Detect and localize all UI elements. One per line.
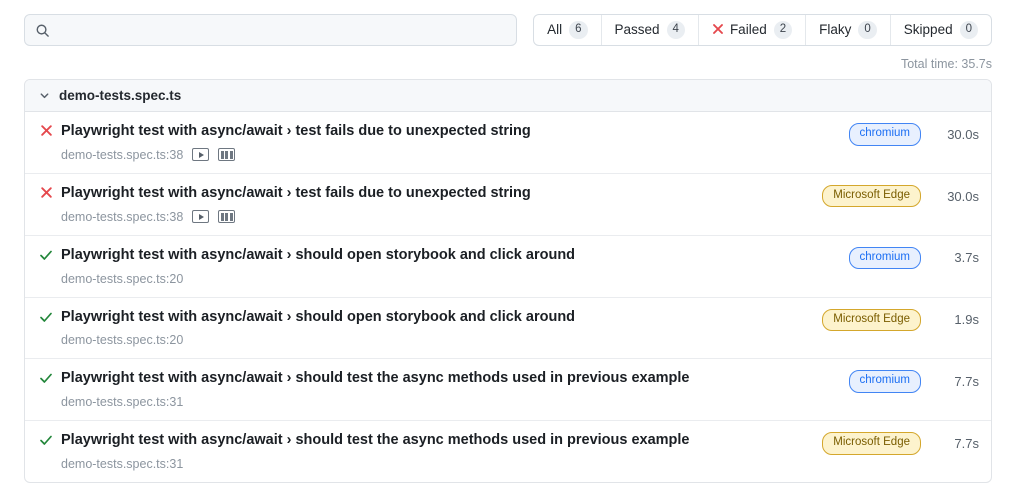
test-title: Playwright test with async/await › shoul… — [61, 246, 849, 265]
test-row-main: Playwright test with async/await › shoul… — [55, 431, 822, 471]
test-duration: 3.7s — [935, 250, 979, 265]
filter-chip-flaky[interactable]: Flaky 0 — [805, 15, 890, 45]
check-mark-icon — [37, 308, 55, 324]
check-mark-icon — [37, 431, 55, 447]
test-title: Playwright test with async/await › shoul… — [61, 369, 849, 388]
filter-chip-all-count: 6 — [569, 21, 587, 40]
search-box[interactable] — [24, 14, 517, 46]
browser-badge: chromium — [849, 247, 921, 270]
test-row[interactable]: Playwright test with async/await › shoul… — [25, 421, 991, 482]
test-title: Playwright test with async/await › test … — [61, 184, 822, 203]
trace-icon[interactable] — [218, 148, 235, 161]
x-mark-icon — [37, 122, 55, 137]
test-subline: demo-tests.spec.ts:38 — [61, 148, 849, 162]
browser-badge: chromium — [849, 123, 921, 146]
test-row-meta: chromium 3.7s — [849, 246, 979, 270]
test-location: demo-tests.spec.ts:31 — [61, 457, 183, 471]
test-row-meta: chromium 7.7s — [849, 369, 979, 393]
test-row-meta: Microsoft Edge 1.9s — [822, 308, 979, 332]
filter-chip-skipped-count: 0 — [960, 21, 978, 40]
test-row[interactable]: Playwright test with async/await › test … — [25, 174, 991, 236]
filter-chip-failed-count: 2 — [774, 21, 792, 40]
filter-chip-flaky-count: 0 — [858, 21, 876, 40]
browser-badge: Microsoft Edge — [822, 309, 921, 332]
test-file-name: demo-tests.spec.ts — [59, 88, 181, 103]
check-mark-icon — [37, 369, 55, 385]
test-location: demo-tests.spec.ts:20 — [61, 272, 183, 286]
filter-chip-group: All 6 Passed 4 Failed 2 Flaky 0 — [533, 14, 992, 46]
test-row[interactable]: Playwright test with async/await › shoul… — [25, 236, 991, 298]
toolbar: All 6 Passed 4 Failed 2 Flaky 0 — [24, 0, 992, 46]
test-row[interactable]: Playwright test with async/await › test … — [25, 112, 991, 174]
x-mark-icon — [37, 184, 55, 199]
test-location: demo-tests.spec.ts:38 — [61, 148, 183, 162]
filter-chip-all[interactable]: All 6 — [534, 15, 600, 45]
test-duration: 1.9s — [935, 312, 979, 327]
filter-chip-passed[interactable]: Passed 4 — [601, 15, 698, 45]
filter-chip-flaky-label: Flaky — [819, 23, 851, 37]
test-subline: demo-tests.spec.ts:31 — [61, 395, 849, 409]
browser-badge: Microsoft Edge — [822, 185, 921, 208]
x-mark-icon — [712, 23, 724, 37]
test-duration: 7.7s — [935, 374, 979, 389]
trace-icon[interactable] — [218, 210, 235, 223]
check-mark-icon — [37, 246, 55, 262]
test-subline: demo-tests.spec.ts:20 — [61, 272, 849, 286]
chevron-down-icon — [37, 89, 51, 103]
search-input[interactable] — [50, 15, 506, 45]
test-row-main: Playwright test with async/await › test … — [55, 122, 849, 162]
filter-chip-skipped-label: Skipped — [904, 23, 953, 37]
test-location: demo-tests.spec.ts:20 — [61, 333, 183, 347]
video-icon[interactable] — [192, 148, 209, 161]
filter-chip-passed-label: Passed — [615, 23, 660, 37]
test-row[interactable]: Playwright test with async/await › shoul… — [25, 359, 991, 421]
test-title: Playwright test with async/await › test … — [61, 122, 849, 141]
test-row-meta: Microsoft Edge 30.0s — [822, 184, 979, 208]
test-row-meta: Microsoft Edge 7.7s — [822, 431, 979, 455]
test-title: Playwright test with async/await › shoul… — [61, 308, 822, 327]
test-row-main: Playwright test with async/await › shoul… — [55, 246, 849, 286]
test-subline: demo-tests.spec.ts:31 — [61, 457, 822, 471]
test-duration: 30.0s — [935, 127, 979, 142]
filter-chip-failed[interactable]: Failed 2 — [698, 15, 805, 45]
test-duration: 7.7s — [935, 436, 979, 451]
test-row-main: Playwright test with async/await › shoul… — [55, 369, 849, 409]
test-row-main: Playwright test with async/await › shoul… — [55, 308, 822, 348]
test-file-header[interactable]: demo-tests.spec.ts — [25, 80, 991, 112]
test-row[interactable]: Playwright test with async/await › shoul… — [25, 298, 991, 360]
test-location: demo-tests.spec.ts:38 — [61, 210, 183, 224]
total-time-label: Total time: 35.7s — [24, 46, 992, 79]
video-icon[interactable] — [192, 210, 209, 223]
search-icon — [35, 23, 50, 38]
browser-badge: Microsoft Edge — [822, 432, 921, 455]
test-row-meta: chromium 30.0s — [849, 122, 979, 146]
test-location: demo-tests.spec.ts:31 — [61, 395, 183, 409]
filter-chip-passed-count: 4 — [667, 21, 685, 40]
filter-chip-skipped[interactable]: Skipped 0 — [890, 15, 991, 45]
filter-chip-all-label: All — [547, 23, 562, 37]
test-duration: 30.0s — [935, 189, 979, 204]
browser-badge: chromium — [849, 370, 921, 393]
test-subline: demo-tests.spec.ts:20 — [61, 333, 822, 347]
test-report-page: All 6 Passed 4 Failed 2 Flaky 0 — [0, 0, 1016, 503]
test-row-main: Playwright test with async/await › test … — [55, 184, 822, 224]
test-file-group: demo-tests.spec.ts Playwright test with … — [24, 79, 992, 483]
test-title: Playwright test with async/await › shoul… — [61, 431, 822, 450]
filter-chip-failed-label: Failed — [730, 23, 767, 37]
test-subline: demo-tests.spec.ts:38 — [61, 210, 822, 224]
